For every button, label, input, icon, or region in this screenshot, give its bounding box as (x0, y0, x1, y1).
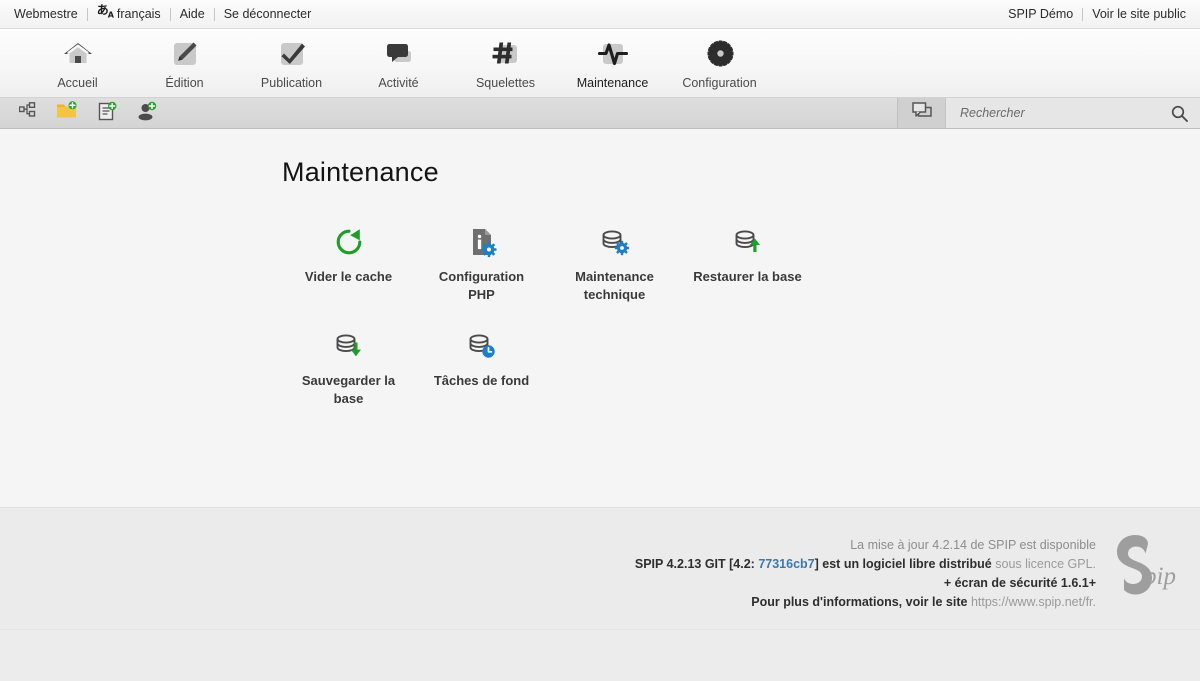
sitemap-icon (18, 102, 36, 124)
document-add-icon (97, 101, 117, 126)
spip-site-link[interactable]: https://www.spip.net/fr. (971, 595, 1096, 609)
action-restaurer-la-base[interactable]: Restaurer la base (681, 222, 814, 304)
php-info-icon (467, 222, 497, 262)
gear-icon (704, 37, 736, 71)
page-title: Maintenance (282, 157, 439, 187)
footer-info: La mise à jour 4.2.14 de SPIP est dispon… (635, 528, 1106, 612)
user-add-icon (137, 101, 157, 126)
nav-label: Activité (378, 76, 419, 90)
nav-item-maintenance[interactable]: Maintenance (559, 37, 666, 90)
security-screen-label: + écran de sécurité 1.6.1+ (943, 576, 1096, 590)
action-taches-de-fond[interactable]: Tâches de fond (415, 326, 548, 408)
action-maintenance-technique[interactable]: Maintenance technique (548, 222, 681, 304)
nav-item-squelettes[interactable]: Squelettes (452, 37, 559, 90)
version-line: SPIP 4.2.13 GIT [4.2: 77316cb7] est un l… (635, 555, 1096, 574)
page-footer: La mise à jour 4.2.14 de SPIP est dispon… (0, 507, 1200, 629)
action-label: Sauvegarder la base (301, 373, 396, 406)
version-tail: ] est un logiciel libre distribué (814, 557, 992, 571)
database-down-icon (333, 326, 365, 366)
speech-bubble-icon (383, 37, 415, 71)
gpl-license-link[interactable]: sous licence GPL. (995, 557, 1096, 571)
action-vider-le-cache[interactable]: Vider le cache (282, 222, 415, 304)
topbar-right-group: SPIP Démo Voir le site public (1008, 0, 1186, 28)
nav-item-activite[interactable]: Activité (345, 37, 452, 90)
language-link[interactable]: あA français (88, 0, 170, 31)
main-navigation: Accueil Édition Publication Activité Squ… (0, 29, 1200, 98)
topbar-left-group: Webmestre あA français Aide Se déconnecte… (14, 0, 320, 31)
pulse-icon (597, 37, 629, 71)
toolbar-right (897, 98, 1200, 128)
nav-item-accueil[interactable]: Accueil (24, 37, 131, 90)
action-label: Maintenance technique (575, 269, 654, 302)
footer-spacer (0, 629, 1200, 679)
commit-hash-link[interactable]: 77316cb7 (758, 557, 814, 571)
help-link[interactable]: Aide (171, 0, 214, 28)
database-clock-icon (466, 326, 498, 366)
spip-logo: pip (1106, 528, 1184, 596)
nav-label: Maintenance (576, 76, 649, 90)
nav-label: Configuration (682, 76, 757, 90)
home-icon (62, 37, 94, 71)
speech-bubble-icon (911, 101, 932, 125)
new-article-button[interactable] (94, 101, 120, 125)
action-label: Vider le cache (304, 269, 393, 284)
new-author-button[interactable] (134, 101, 160, 125)
action-label: Configuration PHP (438, 269, 525, 302)
action-label: Tâches de fond (433, 373, 530, 388)
folder-add-icon (56, 101, 78, 125)
search-input[interactable] (958, 105, 1168, 121)
webmestre-link[interactable]: Webmestre (14, 0, 87, 28)
nav-item-edition[interactable]: Édition (131, 37, 238, 90)
logout-link[interactable]: Se déconnecter (215, 0, 321, 28)
pencil-icon (169, 37, 201, 71)
check-icon (276, 37, 308, 71)
search-icon[interactable] (1168, 105, 1190, 122)
new-folder-button[interactable] (54, 101, 80, 125)
more-info-line: Pour plus d'informations, voir le site h… (635, 593, 1096, 612)
version-label: SPIP 4.2.13 GIT [4.2: (634, 557, 755, 571)
database-gear-icon (599, 222, 631, 262)
site-tree-button[interactable] (14, 101, 40, 125)
action-configuration-php[interactable]: Configuration PHP (415, 222, 548, 304)
nav-label: Accueil (57, 76, 98, 90)
nav-label: Publication (260, 76, 323, 90)
nav-item-configuration[interactable]: Configuration (666, 37, 773, 90)
action-label: Restaurer la base (693, 269, 802, 284)
messages-button[interactable] (897, 98, 945, 128)
top-utility-bar: Webmestre あA français Aide Se déconnecte… (0, 0, 1200, 29)
update-notice: La mise à jour 4.2.14 de SPIP est dispon… (850, 538, 1096, 552)
secondary-toolbar (0, 98, 1200, 129)
database-up-icon (732, 222, 764, 262)
language-icon: あA (96, 3, 114, 20)
nav-item-publication[interactable]: Publication (238, 37, 345, 90)
view-public-site-link[interactable]: Voir le site public (1083, 0, 1186, 28)
search-box[interactable] (945, 98, 1200, 128)
security-line: + écran de sécurité 1.6.1+ (635, 574, 1096, 593)
toolbar-buttons (0, 98, 160, 128)
spip-logo-text: pip (1142, 563, 1176, 590)
nav-label: Édition (165, 76, 204, 90)
maintenance-actions-grid: Vider le cache Configuration PHP Mainten… (282, 222, 882, 430)
language-label: français (116, 7, 161, 21)
site-name-link[interactable]: SPIP Démo (1008, 0, 1082, 28)
action-sauvegarder-la-base[interactable]: Sauvegarder la base (282, 326, 415, 408)
hash-icon (490, 37, 522, 71)
more-info-label: Pour plus d'informations, voir le site (751, 595, 968, 609)
nav-label: Squelettes (475, 76, 536, 90)
main-content: Maintenance Vider le cache Configuration… (0, 129, 1200, 507)
update-notice-line: La mise à jour 4.2.14 de SPIP est dispon… (635, 536, 1096, 555)
refresh-icon (334, 222, 364, 262)
